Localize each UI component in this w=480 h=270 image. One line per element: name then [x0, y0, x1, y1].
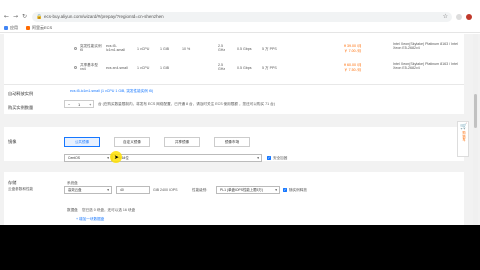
- quantity-label: 购买实例数量: [8, 105, 34, 110]
- security-harden-label: 安全加固: [273, 156, 288, 160]
- instance-mem: 1 GiB: [160, 47, 169, 51]
- instance-pps: 5 万 PPS: [262, 47, 277, 51]
- security-harden-checkbox[interactable]: ✓: [267, 156, 271, 160]
- system-disk-size-input[interactable]: 40: [116, 186, 150, 194]
- instance-clock: 2.5 GHz: [218, 44, 226, 52]
- tab-marketplace-image[interactable]: 镜像市场: [214, 137, 250, 147]
- stepper-value[interactable]: 1: [78, 102, 80, 107]
- storage-label: 存储: [8, 180, 17, 185]
- bookmark-aliyun[interactable]: 阿里云ECS: [26, 25, 52, 31]
- version-select[interactable]: 7.5 64位 ▾: [112, 154, 262, 162]
- address-bar-row: ← → ↻ 🔒 ecs-buy.aliyun.com/wizard/#/prep…: [0, 11, 480, 23]
- scrollbar-thumb[interactable]: [474, 94, 477, 128]
- tab-custom-image[interactable]: 自定义镜像: [114, 137, 150, 147]
- instance-name: 共享基本型 xn4: [80, 63, 98, 71]
- chevron-down-icon: ▾: [107, 156, 109, 160]
- instance-baseline: 10 %: [182, 47, 191, 51]
- storage-sub: 云盘参数和性能: [8, 187, 34, 191]
- system-disk-unit: GiB 2400 IOPS: [153, 188, 178, 192]
- storage-card: 存储 云盘参数和性能 系统盘 数据盘 您已选 0 块盘，还可以选 16 块盘 +…: [4, 172, 464, 225]
- instance-mem: 1 GiB: [160, 66, 169, 70]
- url-bar[interactable]: 🔒 ecs-buy.aliyun.com/wizard/#/prepay/?re…: [32, 12, 452, 22]
- quantity-note: 台 (在购买数量限制内，将发布 ECS 网络配置，已开通 8 台，请及时关注 E…: [98, 102, 275, 106]
- release-with-instance-checkbox[interactable]: ✓: [283, 188, 287, 192]
- aliyun-favicon-icon: [26, 25, 30, 30]
- extension-icon[interactable]: [456, 14, 462, 20]
- instance-price-note: ￥ 7.50 /月: [344, 68, 362, 72]
- perf-level-select[interactable]: PL1 (单盘IOPS性能上限5万) ▾: [216, 186, 280, 194]
- bookmark-star-icon[interactable]: ☆: [443, 13, 448, 20]
- chevron-down-icon: ▾: [107, 188, 109, 192]
- instance-spec: ecs.xn4.small: [106, 66, 128, 70]
- browser-window: ← → ↻ 🔒 ecs-buy.aliyun.com/wizard/#/prep…: [0, 0, 480, 225]
- tab-public-image[interactable]: 公共镜像: [64, 137, 100, 147]
- instance-bandwidth: 0.5 Gbps: [237, 66, 252, 70]
- stepper-minus[interactable]: −: [68, 102, 70, 107]
- auto-release-label: 自动释放实例: [8, 91, 34, 96]
- divider: [4, 84, 464, 85]
- page-content: 突发性能实例 t5 ecs.t5-lc1m1.small 1 vCPU 1 Gi…: [0, 34, 480, 225]
- data-disk-label: 数据盘: [67, 208, 78, 212]
- add-data-disk-button[interactable]: + 增加一块数据盘: [76, 217, 104, 222]
- perf-label: 性能级别:: [192, 188, 208, 192]
- os-select[interactable]: CentOS ▾: [64, 154, 112, 162]
- forward-icon[interactable]: →: [12, 13, 19, 20]
- instance-pps: 5 万 PPS: [262, 66, 277, 70]
- instance-radio-1[interactable]: [74, 47, 77, 50]
- instance-model: Intel Xeon(Skylake) Platinum 8163 / Inte…: [393, 42, 458, 51]
- letterbox-bar: [0, 225, 480, 270]
- instance-clock: 2.5 GHz: [218, 63, 226, 71]
- instance-name: 突发性能实例 t5: [80, 44, 102, 52]
- lock-icon: 🔒: [36, 14, 43, 20]
- profile-icon[interactable]: [466, 14, 472, 20]
- instance-radio-2[interactable]: [74, 66, 77, 69]
- mouse-cursor-icon: ➤: [114, 154, 120, 161]
- image-label: 镜像: [8, 139, 17, 144]
- back-icon[interactable]: ←: [3, 13, 10, 20]
- cart-label: 购物车: [462, 131, 466, 143]
- chevron-down-icon: ▾: [257, 156, 259, 160]
- instance-price-note: ￥ 7.00 /月: [344, 49, 362, 53]
- system-disk-type-select[interactable]: 高效云盘 ▾: [64, 186, 112, 194]
- cart-icon: 🛒: [460, 123, 468, 130]
- instance-bandwidth: 0.5 Gbps: [237, 47, 252, 51]
- quantity-stepper[interactable]: − 1 +: [64, 100, 94, 108]
- release-with-instance-label: 随实例释放: [289, 188, 307, 192]
- bookmark-apps[interactable]: 应用: [4, 25, 18, 31]
- stepper-plus[interactable]: +: [89, 102, 91, 107]
- bookmarks-bar: 应用 阿里云ECS: [0, 23, 480, 33]
- chevron-down-icon: ▾: [275, 188, 277, 192]
- tab-shared-image[interactable]: 共享镜像: [164, 137, 200, 147]
- data-disk-note: 您已选 0 块盘，还可以选 16 块盘: [82, 208, 136, 212]
- scrollbar[interactable]: [473, 34, 478, 225]
- selected-spec: ecs.t5-lc1m1.small (1 vCPU 1 GiB, 突发性能实例…: [70, 89, 154, 93]
- apps-icon: [4, 25, 8, 30]
- instance-vcpu: 1 vCPU: [137, 66, 150, 70]
- instance-vcpu: 1 vCPU: [137, 47, 150, 51]
- instance-model: Intel Xeon(Skylake) Platinum 8163 / Inte…: [393, 62, 458, 71]
- reload-icon[interactable]: ↻: [21, 13, 28, 20]
- cart-sidebar-button[interactable]: 🛒 购物车: [457, 121, 469, 157]
- url-text: ecs-buy.aliyun.com/wizard/#/prepay/?regi…: [44, 14, 164, 19]
- instance-spec: ecs.t5-lc1m1.small: [106, 44, 125, 52]
